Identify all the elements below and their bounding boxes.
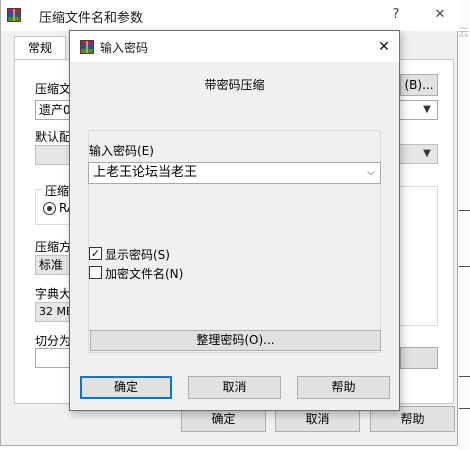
browse-button[interactable]: (B)... bbox=[400, 74, 438, 96]
winrar-app-icon bbox=[80, 40, 94, 54]
background-line bbox=[459, 376, 470, 377]
tab-general[interactable]: 常规 bbox=[14, 36, 66, 60]
show-password-checkbox[interactable]: ✓ bbox=[89, 247, 102, 260]
dictionary-size-label: 字典大 bbox=[35, 287, 72, 301]
password-ok-button[interactable]: 确定 bbox=[80, 376, 172, 399]
split-volumes-label: 切分为 bbox=[35, 334, 72, 348]
default-profile-label: 默认配 bbox=[35, 130, 72, 144]
background-line bbox=[459, 266, 470, 267]
background-fragment-text: 云 bbox=[458, 26, 469, 39]
enter-password-dialog: 输入密码 ✕ 带密码压缩 输入密码(E) 上老王论坛当老王 ⌵ ✓ 显示密码(S… bbox=[69, 30, 400, 411]
archive-options-group bbox=[400, 186, 438, 326]
password-input[interactable]: 上老王论坛当老王 bbox=[88, 162, 381, 184]
archive-name-label: 压缩文 bbox=[35, 82, 72, 96]
winrar-app-icon bbox=[7, 8, 21, 22]
archive-name-combo[interactable]: ▼ bbox=[400, 100, 438, 120]
update-mode-combo[interactable]: ▼ bbox=[400, 144, 438, 164]
background-edge: 云 bbox=[458, 0, 470, 450]
encrypt-filenames-label: 加密文件名(N) bbox=[105, 267, 184, 281]
background-line bbox=[459, 408, 470, 409]
chevron-down-icon[interactable]: ▼ bbox=[419, 145, 435, 163]
organize-passwords-button[interactable]: 整理密码(O)... bbox=[90, 330, 381, 351]
help-icon[interactable]: ? bbox=[384, 4, 408, 26]
desktop: 云 压缩文件名和参数 ? ✕ 常规 压缩文 遗产0 (B)... ▼ 默认配 ▼… bbox=[0, 0, 470, 450]
show-password-label: 显示密码(S) bbox=[105, 248, 170, 262]
set-password-button[interactable] bbox=[400, 347, 438, 369]
enter-password-titlebar[interactable]: 输入密码 ✕ bbox=[70, 31, 399, 62]
compression-method-label: 压缩方 bbox=[35, 240, 72, 254]
chevron-down-icon[interactable]: ▼ bbox=[419, 101, 435, 119]
archive-options-title: 压缩文件名和参数 bbox=[39, 11, 144, 26]
enter-password-title: 输入密码 bbox=[100, 41, 149, 55]
password-dialog-heading: 带密码压缩 bbox=[204, 78, 265, 92]
enter-password-label: 输入密码(E) bbox=[89, 144, 154, 158]
password-help-button[interactable]: 帮助 bbox=[297, 376, 390, 399]
archive-format-label: 压缩 bbox=[43, 182, 72, 199]
archive-options-titlebar[interactable]: 压缩文件名和参数 ? ✕ bbox=[1, 0, 459, 31]
close-icon[interactable]: ✕ bbox=[428, 4, 452, 26]
encrypt-filenames-checkbox[interactable] bbox=[89, 266, 102, 279]
password-cancel-button[interactable]: 取消 bbox=[188, 376, 281, 399]
close-icon[interactable]: ✕ bbox=[372, 36, 396, 58]
chevron-down-icon[interactable]: ⌵ bbox=[363, 164, 379, 182]
rar-format-radio[interactable] bbox=[43, 202, 56, 215]
background-line bbox=[459, 210, 470, 211]
